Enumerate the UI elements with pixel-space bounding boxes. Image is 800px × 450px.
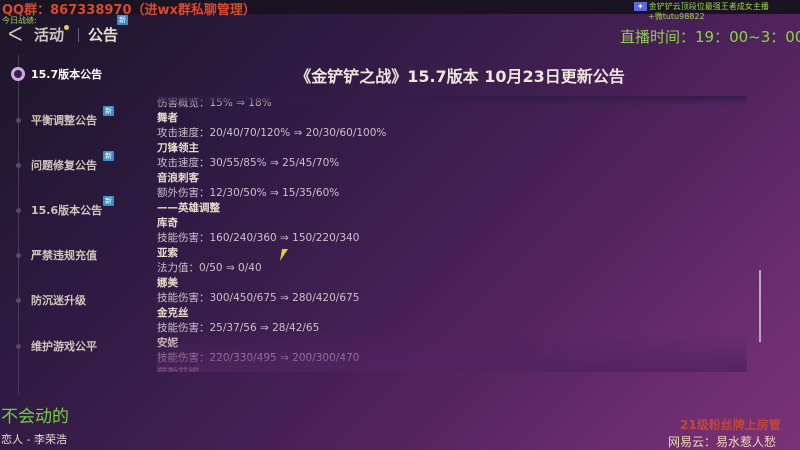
sidebar-item-label: 严禁违规充值 [31,249,97,262]
music-app-info: 网易云：易水惹人愁 [668,435,777,449]
sidebar-item-label: 15.6版本公告 [31,204,103,217]
song-artist: 恋人 - 李荣浩 [1,433,67,446]
bullet-icon [16,253,21,258]
article-heading: 娜美 [157,277,178,289]
article-line: 技能伤害：300/450/675 ⇒ 280/420/675 [157,292,360,304]
back-arrow-icon[interactable]: ᐸ [8,22,23,46]
announcement-tab[interactable]: 公告 [88,24,118,45]
song-title: 不会动的 [1,407,69,427]
sidebar-item[interactable]: 问题修复公告新 [0,151,150,175]
article-line: 技能伤害：160/240/360 ⇒ 150/220/340 [157,232,360,244]
streamer-info-text: 金铲铲云顶段位最强王者成女主播 [648,2,769,11]
article-line: 攻击速度：30/55/85% ⇒ 25/45/70% [157,157,340,169]
article-heading: 音浪刺客 [157,172,199,184]
new-badge: 新 [117,15,128,25]
live-time: 直播时间：19：00~3：00 [620,28,800,46]
new-badge: 新 [103,106,114,116]
article-heading: 亚索 [157,247,178,259]
article-heading: 刀锋领主 [157,142,199,154]
article-content[interactable]: 伤害概览：15% ⇒ 18%舞者攻击速度：20/40/70/120% ⇒ 20/… [157,96,747,372]
article-line: 额外伤害：12/30/50% ⇒ 15/35/60% [157,187,340,199]
activity-tab[interactable]: 活动 [34,24,64,45]
sidebar-item-label: 15.7版本公告 [31,68,103,81]
article-title: 《金铲铲之战》15.7版本 10月23日更新公告 [295,67,625,86]
sidebar-item[interactable]: 维护游戏公平 [0,336,150,356]
new-badge: 新 [103,151,114,161]
top-fade [157,96,747,106]
streamer-icon: ✦ [634,2,647,11]
sidebar-item-label: 问题修复公告 [31,159,97,172]
fan-notice: 21级粉丝牌上房管 [680,418,781,432]
active-indicator-icon [11,67,25,81]
sidebar-item-label: 防沉迷升级 [31,294,86,307]
bullet-icon [16,208,21,213]
article-line: 攻击速度：20/40/70/120% ⇒ 20/30/60/100% [157,127,387,139]
notification-dot [64,25,69,30]
bullet-icon [16,163,21,168]
wechat-info: +微tutu98822 [648,12,705,21]
divider [78,28,79,42]
bullet-icon [16,344,21,349]
bullet-icon [16,118,21,123]
article-heading: 舞者 [157,112,178,124]
article-line: 法力值：0/50 ⇒ 0/40 [157,262,262,274]
sidebar-item[interactable]: 15.6版本公告新 [0,196,150,220]
sidebar-item[interactable]: 15.7版本公告 [0,64,150,84]
new-badge: 新 [103,196,114,206]
article-heading: ——英雄调整 [157,202,220,214]
scrollbar[interactable] [759,270,761,342]
sidebar-item-label: 平衡调整公告 [31,114,97,127]
sidebar-item[interactable]: 平衡调整公告新 [0,106,150,130]
sidebar-item[interactable]: 防沉迷升级 [0,290,150,310]
bottom-fade [157,332,747,372]
sidebar-item[interactable]: 严禁违规充值 [0,245,150,265]
sidebar-item-label: 维护游戏公平 [31,340,97,353]
qq-group-overlay: QQ群：867338970（进wx群私聊管理） [2,3,256,18]
article-heading: 库奇 [157,217,178,229]
bullet-icon [16,298,21,303]
article-heading: 金克丝 [157,307,189,319]
